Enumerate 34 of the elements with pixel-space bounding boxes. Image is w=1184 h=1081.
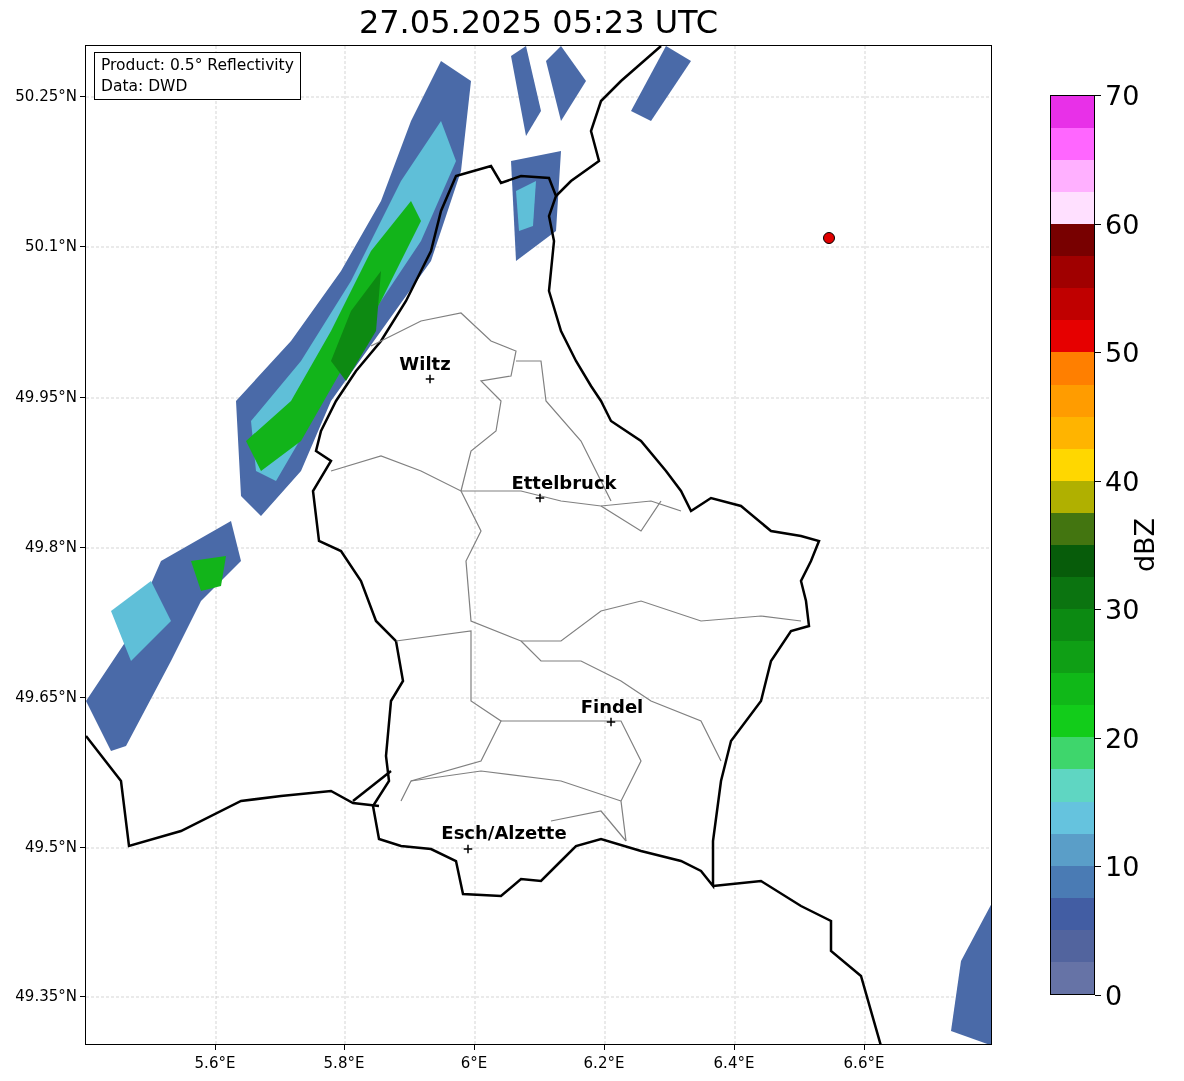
axis-tick-label: 49.95°N [15,386,77,408]
colorbar-tick-label: 50 [1105,338,1140,366]
colorbar-tick-label: 10 [1105,852,1140,880]
axis-tick-label: 50.25°N [15,85,77,107]
city-marker-icon [535,493,545,503]
colorbar-tick-label: 70 [1105,81,1140,109]
axis-tick-label: 6.6°E [843,1053,885,1074]
city-marker-icon [463,844,473,854]
axis-tick-label: 6.4°E [713,1053,755,1074]
axis-tick-label: 49.8°N [24,536,77,558]
colorbar-tick-label: 60 [1105,210,1140,238]
city-label: Wiltz [399,351,451,376]
axis-tick-label: 5.8°E [323,1053,365,1074]
axis-tick-label: 49.35°N [15,985,77,1007]
info-text: Product: 0.5° Reflectivity [101,55,294,76]
location-dot-icon [823,232,835,244]
city-label: Findel [580,694,644,719]
axis-tick-label: 6°E [460,1053,488,1074]
city-marker-icon [606,717,616,727]
colorbar-tick-label: 30 [1105,595,1140,623]
city-marker-icon [425,374,435,384]
axis-tick-label: 6.2°E [583,1053,625,1074]
info-text: Data: DWD [101,76,189,97]
axis-tick-label: 49.65°N [15,686,77,708]
axis-tick-label: 49.5°N [24,836,77,858]
colorbar-tick-label: 40 [1105,467,1140,495]
colorbar-label: dBZ [1127,517,1161,573]
colorbar-tick-label: 20 [1105,724,1140,752]
city-label: Esch/Alzette [441,820,567,845]
chart-title: 27.05.2025 05:23 UTC [357,2,720,43]
axis-tick-label: 5.6°E [194,1053,236,1074]
city-label: Ettelbruck [511,470,617,495]
axis-tick-label: 50.1°N [24,235,77,257]
colorbar-tick-label: 0 [1105,981,1123,1009]
